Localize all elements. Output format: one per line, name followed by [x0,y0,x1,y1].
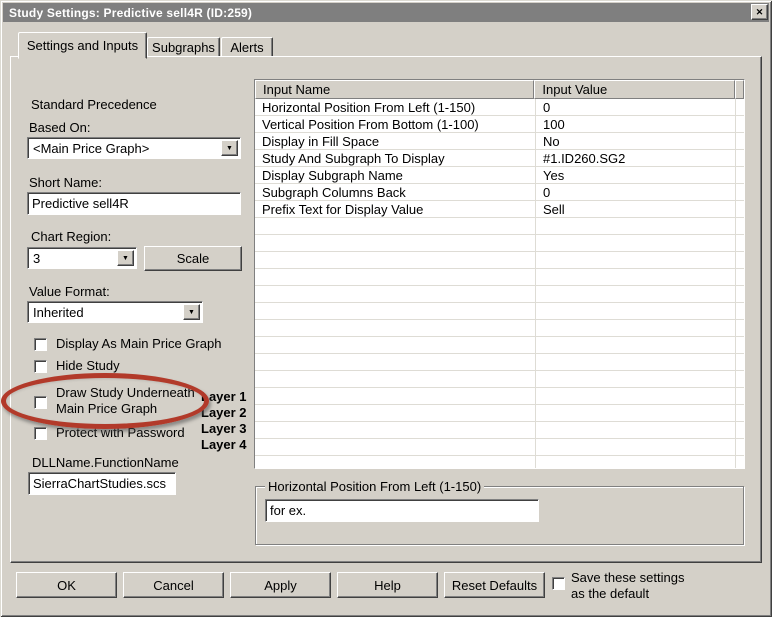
save-as-default-checkbox[interactable] [552,577,565,590]
display-as-main-price-graph-checkbox[interactable] [34,338,47,351]
groupbox-title: Horizontal Position From Left (1-150) [265,479,485,494]
chart-region-value: 3 [33,250,41,266]
ok-button-label: OK [57,577,76,593]
save-as-default-label-line1: Save these settings [571,570,685,585]
horizontal-position-input[interactable] [265,499,539,522]
table-row[interactable]: Subgraph Columns Back 0 [255,184,744,201]
draw-study-underneath-label-line2: Main Price Graph [56,401,158,416]
input-name-column-header[interactable]: Input Name [255,80,535,99]
table-row[interactable]: Study And Subgraph To Display #1.ID260.S… [255,150,744,167]
tab-label: Settings and Inputs [26,38,139,53]
apply-button[interactable]: Apply [230,572,331,598]
scale-button[interactable]: Scale [144,246,242,271]
close-button[interactable]: ✕ [751,4,768,20]
reset-defaults-button-label: Reset Defaults [451,577,538,593]
input-value-column-header[interactable]: Input Value [534,80,735,99]
tab-alerts[interactable]: Alerts [221,37,273,57]
reset-defaults-button[interactable]: Reset Defaults [444,572,545,598]
inputs-table-header: Input Name Input Value [255,80,744,99]
scale-button-label: Scale [176,251,210,266]
layer-1-label: Layer 1 [201,389,247,404]
inputs-table[interactable]: Input Name Input Value Horizontal Positi… [254,79,745,469]
hide-study-checkbox[interactable] [34,360,47,373]
display-as-main-price-graph-label: Display As Main Price Graph [56,336,222,351]
settings-tab-page: Standard Precedence Based On: <Main Pric… [1,56,762,563]
help-button[interactable]: Help [337,572,438,598]
title-bar[interactable]: Study Settings: Predictive sell4R (ID:25… [3,3,769,22]
study-settings-dialog: Study Settings: Predictive sell4R (ID:25… [0,0,772,617]
draw-study-underneath-checkbox[interactable] [34,396,47,409]
chevron-down-icon[interactable]: ▼ [183,304,200,320]
dll-function-name-input[interactable] [28,472,176,495]
filler-column-header [735,80,744,99]
table-row[interactable]: Display in Fill Space No [255,133,744,150]
dll-function-name-label: DLLName.FunctionName [32,455,179,470]
tab-settings-and-inputs[interactable]: Settings and Inputs [18,32,147,59]
value-format-select[interactable]: Inherited ▼ [27,301,203,323]
based-on-select[interactable]: <Main Price Graph> ▼ [27,137,241,159]
chevron-down-icon[interactable]: ▼ [117,250,134,266]
chevron-down-icon[interactable]: ▼ [221,140,238,156]
save-as-default-label-line2: as the default [571,586,650,601]
tab-label: Subgraphs [152,39,215,55]
horizontal-position-groupbox: Horizontal Position From Left (1-150) [255,479,744,545]
table-row[interactable]: Prefix Text for Display Value Sell [255,201,744,218]
chart-region-label: Chart Region: [31,229,112,244]
draw-study-underneath-label-line1: Draw Study Underneath [56,385,195,400]
based-on-value: <Main Price Graph> [33,140,150,156]
layer-3-label: Layer 3 [201,421,247,436]
layer-4-label: Layer 4 [201,437,247,452]
based-on-label: Based On: [29,120,91,135]
protect-with-password-checkbox[interactable] [34,427,47,440]
layer-2-label: Layer 2 [201,405,247,420]
value-format-label: Value Format: [29,284,110,299]
chart-region-select[interactable]: 3 ▼ [27,247,137,269]
hide-study-label: Hide Study [56,358,120,373]
tab-subgraphs[interactable]: Subgraphs [147,37,220,57]
window-title: Study Settings: Predictive sell4R (ID:25… [9,5,253,20]
protect-with-password-label: Protect with Password [56,425,185,440]
apply-button-label: Apply [264,577,297,593]
help-button-label: Help [374,577,401,593]
tab-label: Alerts [230,39,264,55]
table-row[interactable]: Display Subgraph Name Yes [255,167,744,184]
short-name-input[interactable] [27,192,241,215]
short-name-label: Short Name: [29,175,102,190]
cancel-button[interactable]: Cancel [123,572,224,598]
close-icon: ✕ [755,6,764,17]
table-row[interactable]: Horizontal Position From Left (1-150) 0 [255,99,744,116]
standard-precedence-label: Standard Precedence [31,97,157,112]
value-format-value: Inherited [33,304,84,320]
table-row[interactable]: Vertical Position From Bottom (1-100) 10… [255,116,744,133]
cancel-button-label: Cancel [153,577,194,593]
ok-button[interactable]: OK [16,572,117,598]
inputs-table-body: Horizontal Position From Left (1-150) 0 … [255,99,744,468]
